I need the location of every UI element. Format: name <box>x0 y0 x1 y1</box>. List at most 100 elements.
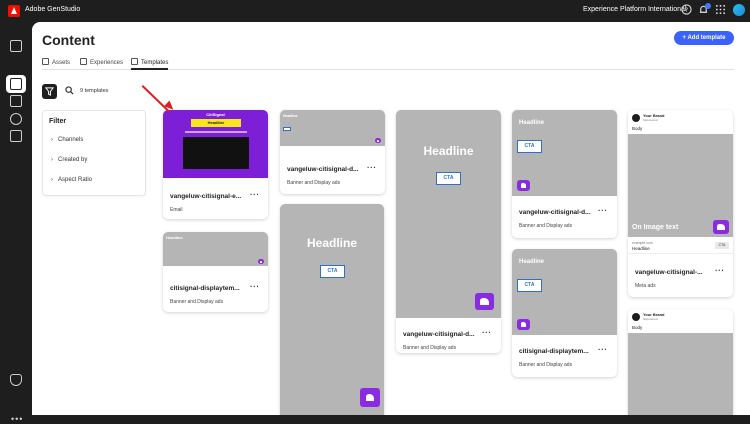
card-name[interactable]: citisignal-displaytem... <box>170 285 240 292</box>
tab-assets[interactable]: Assets <box>42 58 70 66</box>
display-thumbnail: Headline <box>163 232 268 266</box>
thumb-cta: CTA <box>517 279 542 292</box>
template-card[interactable]: Headline citisignal-displaytem... ··· Ba… <box>163 232 268 312</box>
template-count: 9 templates <box>80 88 109 94</box>
template-card[interactable]: Your Brand Sponsored Body <box>628 309 733 415</box>
email-thumbnail: CitiSignal Headline <box>163 110 268 178</box>
divider <box>628 253 733 254</box>
thumb-cta: CTA <box>517 140 542 153</box>
display-thumbnail: Headline <box>280 110 385 146</box>
active-tab-indicator <box>131 68 168 70</box>
card-name[interactable]: vangeluw-citisignal-d... <box>287 166 359 173</box>
template-card[interactable]: Your Brand Sponsored Body On Image text … <box>628 110 733 297</box>
sponsored-label: Sponsored <box>643 118 658 122</box>
template-card[interactable]: Headline vangeluw-citisignal-d... ··· Ba… <box>280 110 385 194</box>
filter-label: Channels <box>58 137 84 143</box>
thumb-headline: Headline <box>519 120 545 126</box>
email-brand: CitiSignal <box>206 112 225 117</box>
add-template-label: Add template <box>687 35 726 41</box>
brand-badge-icon <box>517 319 530 330</box>
content-icon[interactable] <box>10 78 22 90</box>
email-headline: Headline <box>191 119 241 127</box>
adobe-logo-icon[interactable] <box>8 5 20 17</box>
filter-label: Created by <box>58 157 88 163</box>
filter-label: Aspect Ratio <box>58 177 93 183</box>
filter-panel: Filter › Channels › Created by › Aspect Rat… <box>42 110 146 196</box>
thumb-cta <box>283 127 291 131</box>
thumb-headline: Headline <box>283 114 298 118</box>
more-options-icon[interactable]: ··· <box>598 206 608 215</box>
meta-url: example.com <box>632 241 653 245</box>
card-name[interactable]: vangeluw-citisignal-e... <box>170 193 241 200</box>
insights-icon[interactable] <box>10 130 22 142</box>
more-options-icon[interactable]: ··· <box>482 328 492 337</box>
template-card[interactable]: Headline CTA vangeluw-citisignal-d... ··… <box>396 110 501 353</box>
tab-bar: Assets Experiences Templates <box>42 55 734 70</box>
tab-experiences[interactable]: Experiences <box>80 58 123 66</box>
chevron-right-icon: › <box>51 137 53 143</box>
post-body: Body <box>632 325 643 330</box>
more-icon[interactable]: ••• <box>11 414 23 424</box>
post-body: Body <box>632 126 643 131</box>
tab-label: Templates <box>141 60 169 66</box>
thumb-headline: Headline <box>166 235 183 240</box>
more-options-icon[interactable]: ··· <box>715 266 725 275</box>
card-name[interactable]: vangeluw-citisignal-d... <box>519 209 591 216</box>
tab-label: Assets <box>52 60 71 66</box>
template-card[interactable]: Headline CTA <box>280 204 384 415</box>
app-title[interactable]: Adobe GenStudio <box>25 6 80 13</box>
brand-badge-icon <box>475 293 494 310</box>
brand-badge-icon <box>713 220 729 234</box>
activate-icon[interactable] <box>10 113 22 125</box>
home-icon[interactable] <box>10 40 22 52</box>
filter-toggle-button[interactable] <box>42 84 57 99</box>
brand-badge-icon <box>375 138 381 143</box>
templates-icon <box>131 58 138 65</box>
card-type: Meta ads <box>635 283 656 289</box>
brand-badge-icon <box>517 180 530 191</box>
card-type: Banner and Display ads <box>170 299 224 305</box>
left-rail: ••• <box>0 22 32 424</box>
card-type: Banner and Display ads <box>519 362 573 368</box>
template-card[interactable]: Headline CTA vangeluw-citisignal-d... ··… <box>512 110 617 238</box>
add-template-button[interactable]: + Add template <box>674 31 734 45</box>
shield-icon[interactable] <box>10 374 22 386</box>
more-options-icon[interactable]: ··· <box>250 190 260 199</box>
thumb-cta: CTA <box>436 172 461 185</box>
filter-channels[interactable]: › Channels <box>51 137 83 143</box>
more-options-icon[interactable]: ··· <box>250 282 260 291</box>
template-card[interactable]: CitiSignal Headline vangeluw-citisignal-… <box>163 110 268 219</box>
more-options-icon[interactable]: ··· <box>367 163 377 172</box>
brand-avatar-icon <box>632 114 640 122</box>
card-type: Email <box>170 207 183 213</box>
create-icon[interactable] <box>10 95 22 107</box>
svg-text:?: ? <box>685 6 688 14</box>
avatar[interactable] <box>733 4 745 16</box>
brand-avatar-icon <box>632 313 640 321</box>
thumb-headline: Headline <box>519 259 545 265</box>
template-card[interactable]: Headline CTA citisignal-displaytem... ··… <box>512 249 617 377</box>
meta-headline: Headline <box>632 246 650 251</box>
more-options-icon[interactable]: ··· <box>598 345 608 354</box>
tab-label: Experiences <box>90 60 124 66</box>
card-type: Banner and Display ads <box>519 223 573 229</box>
card-name[interactable]: citisignal-displaytem... <box>519 348 589 355</box>
help-icon[interactable]: ? <box>680 4 693 17</box>
experiences-icon <box>80 58 87 65</box>
card-type: Banner and Display ads <box>403 345 457 351</box>
chevron-right-icon: › <box>51 177 53 183</box>
filter-aspect-ratio[interactable]: › Aspect Ratio <box>51 177 92 183</box>
brand-badge-icon <box>360 388 380 407</box>
search-icon[interactable] <box>65 86 74 97</box>
org-switcher[interactable]: Experience Platform International <box>583 6 687 13</box>
meta-cta: CTA <box>715 242 729 249</box>
card-name[interactable]: vangeluw-citisignal-d... <box>403 331 475 338</box>
thumb-headline: Headline <box>306 236 357 250</box>
apps-grid-icon[interactable] <box>714 4 727 17</box>
tab-templates[interactable]: Templates <box>131 58 168 66</box>
card-type: Banner and Display ads <box>287 180 341 186</box>
thumb-cta: CTA <box>320 265 345 278</box>
filter-created-by[interactable]: › Created by <box>51 157 87 163</box>
brand-badge-icon <box>258 259 264 264</box>
card-name[interactable]: vangeluw-citisignal-... <box>635 269 703 276</box>
